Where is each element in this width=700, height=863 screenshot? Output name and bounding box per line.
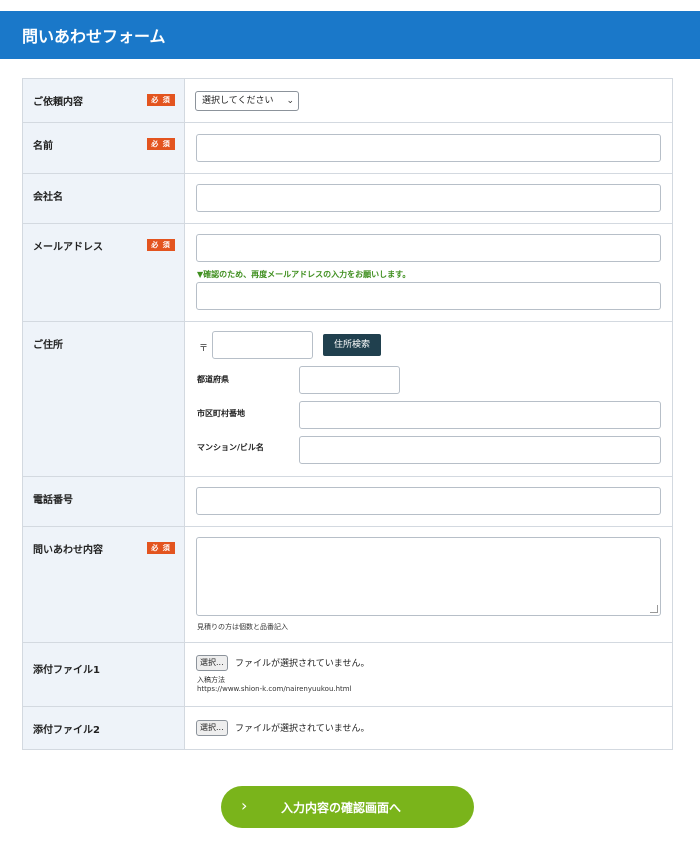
chevron-down-icon: ⌄ [286, 96, 294, 106]
row-name: 名前 必 須 [23, 123, 672, 174]
label-cell: ご依頼内容 必 須 [23, 79, 185, 122]
confirm-submit-button[interactable]: › 入力内容の確認画面へ [221, 786, 474, 828]
label-cell: 添付ファイル2 [23, 707, 185, 749]
message-textarea[interactable] [196, 537, 661, 616]
row-inquiry-type: ご依頼内容 必 須 選択してください ⌄ [23, 79, 672, 123]
email-confirm-note: ▼確認のため、再度メールアドレスの入力をお願いします。 [197, 270, 411, 279]
file2-status: ファイルが選択されていません。 [235, 724, 370, 734]
required-badge: 必 須 [147, 542, 175, 554]
file1-label: 添付ファイル1 [33, 665, 100, 676]
label-cell: ご住所 [23, 322, 185, 476]
address-label: ご住所 [33, 340, 63, 351]
resize-grip-icon[interactable] [650, 605, 658, 613]
file1-note-title: 入稿方法 [197, 676, 225, 684]
row-message: 問いあわせ内容 必 須 見積りの方は個数と品番記入 [23, 527, 672, 643]
message-hint: 見積りの方は個数と品番記入 [197, 623, 288, 631]
label-cell: 名前 必 須 [23, 123, 185, 173]
label-cell: メールアドレス 必 須 [23, 224, 185, 321]
file1-note-url[interactable]: https://www.shion-k.com/nairenyuukou.htm… [197, 685, 352, 693]
row-phone: 電話番号 [23, 477, 672, 527]
phone-input[interactable] [196, 487, 661, 515]
email-input[interactable] [196, 234, 661, 262]
email-label: メールアドレス [33, 242, 103, 253]
row-address: ご住所 〒 住所検索 都道府県 市区町村番地 マンション/ビル名 [23, 322, 672, 477]
file2-label: 添付ファイル2 [33, 725, 100, 736]
row-company: 会社名 [23, 174, 672, 224]
city-label: 市区町村番地 [197, 409, 245, 418]
required-badge: 必 須 [147, 94, 175, 106]
page-title: 問いあわせフォーム [22, 27, 166, 46]
postal-code-input[interactable] [212, 331, 313, 359]
address-search-button[interactable]: 住所検索 [323, 334, 381, 356]
page-header: 問いあわせフォーム [0, 11, 700, 59]
label-cell: 添付ファイル1 [23, 643, 185, 706]
submit-label: 入力内容の確認画面へ [281, 801, 402, 815]
message-label: 問いあわせ内容 [33, 545, 103, 556]
company-label: 会社名 [33, 192, 63, 203]
row-file1: 添付ファイル1 選択... ファイルが選択されていません。 入稿方法 https… [23, 643, 672, 707]
label-cell: 会社名 [23, 174, 185, 223]
phone-label: 電話番号 [33, 495, 73, 506]
name-label: 名前 [33, 141, 53, 152]
row-email: メールアドレス 必 須 ▼確認のため、再度メールアドレスの入力をお願いします。 [23, 224, 672, 322]
building-input[interactable] [299, 436, 661, 464]
label-cell: 問いあわせ内容 必 須 [23, 527, 185, 642]
required-badge: 必 須 [147, 239, 175, 251]
email-confirm-input[interactable] [196, 282, 661, 310]
city-input[interactable] [299, 401, 661, 429]
contact-form-table: ご依頼内容 必 須 選択してください ⌄ 名前 必 須 会社名 メールアドレス … [22, 78, 673, 750]
inquiry-type-select-value: 選択してください [202, 96, 274, 106]
chevron-right-icon: › [241, 796, 248, 815]
required-badge: 必 須 [147, 138, 175, 150]
file2-choose-button[interactable]: 選択... [196, 720, 228, 736]
company-input[interactable] [196, 184, 661, 212]
inquiry-type-label: ご依頼内容 [33, 97, 83, 108]
postal-mark: 〒 [199, 344, 209, 354]
prefecture-input[interactable] [299, 366, 400, 394]
file1-status: ファイルが選択されていません。 [235, 659, 370, 669]
building-label: マンション/ビル名 [197, 443, 264, 452]
label-cell: 電話番号 [23, 477, 185, 526]
name-input[interactable] [196, 134, 661, 162]
inquiry-type-select[interactable]: 選択してください ⌄ [195, 91, 299, 111]
file1-choose-button[interactable]: 選択... [196, 655, 228, 671]
row-file2: 添付ファイル2 選択... ファイルが選択されていません。 [23, 707, 672, 749]
prefecture-label: 都道府県 [197, 375, 229, 384]
